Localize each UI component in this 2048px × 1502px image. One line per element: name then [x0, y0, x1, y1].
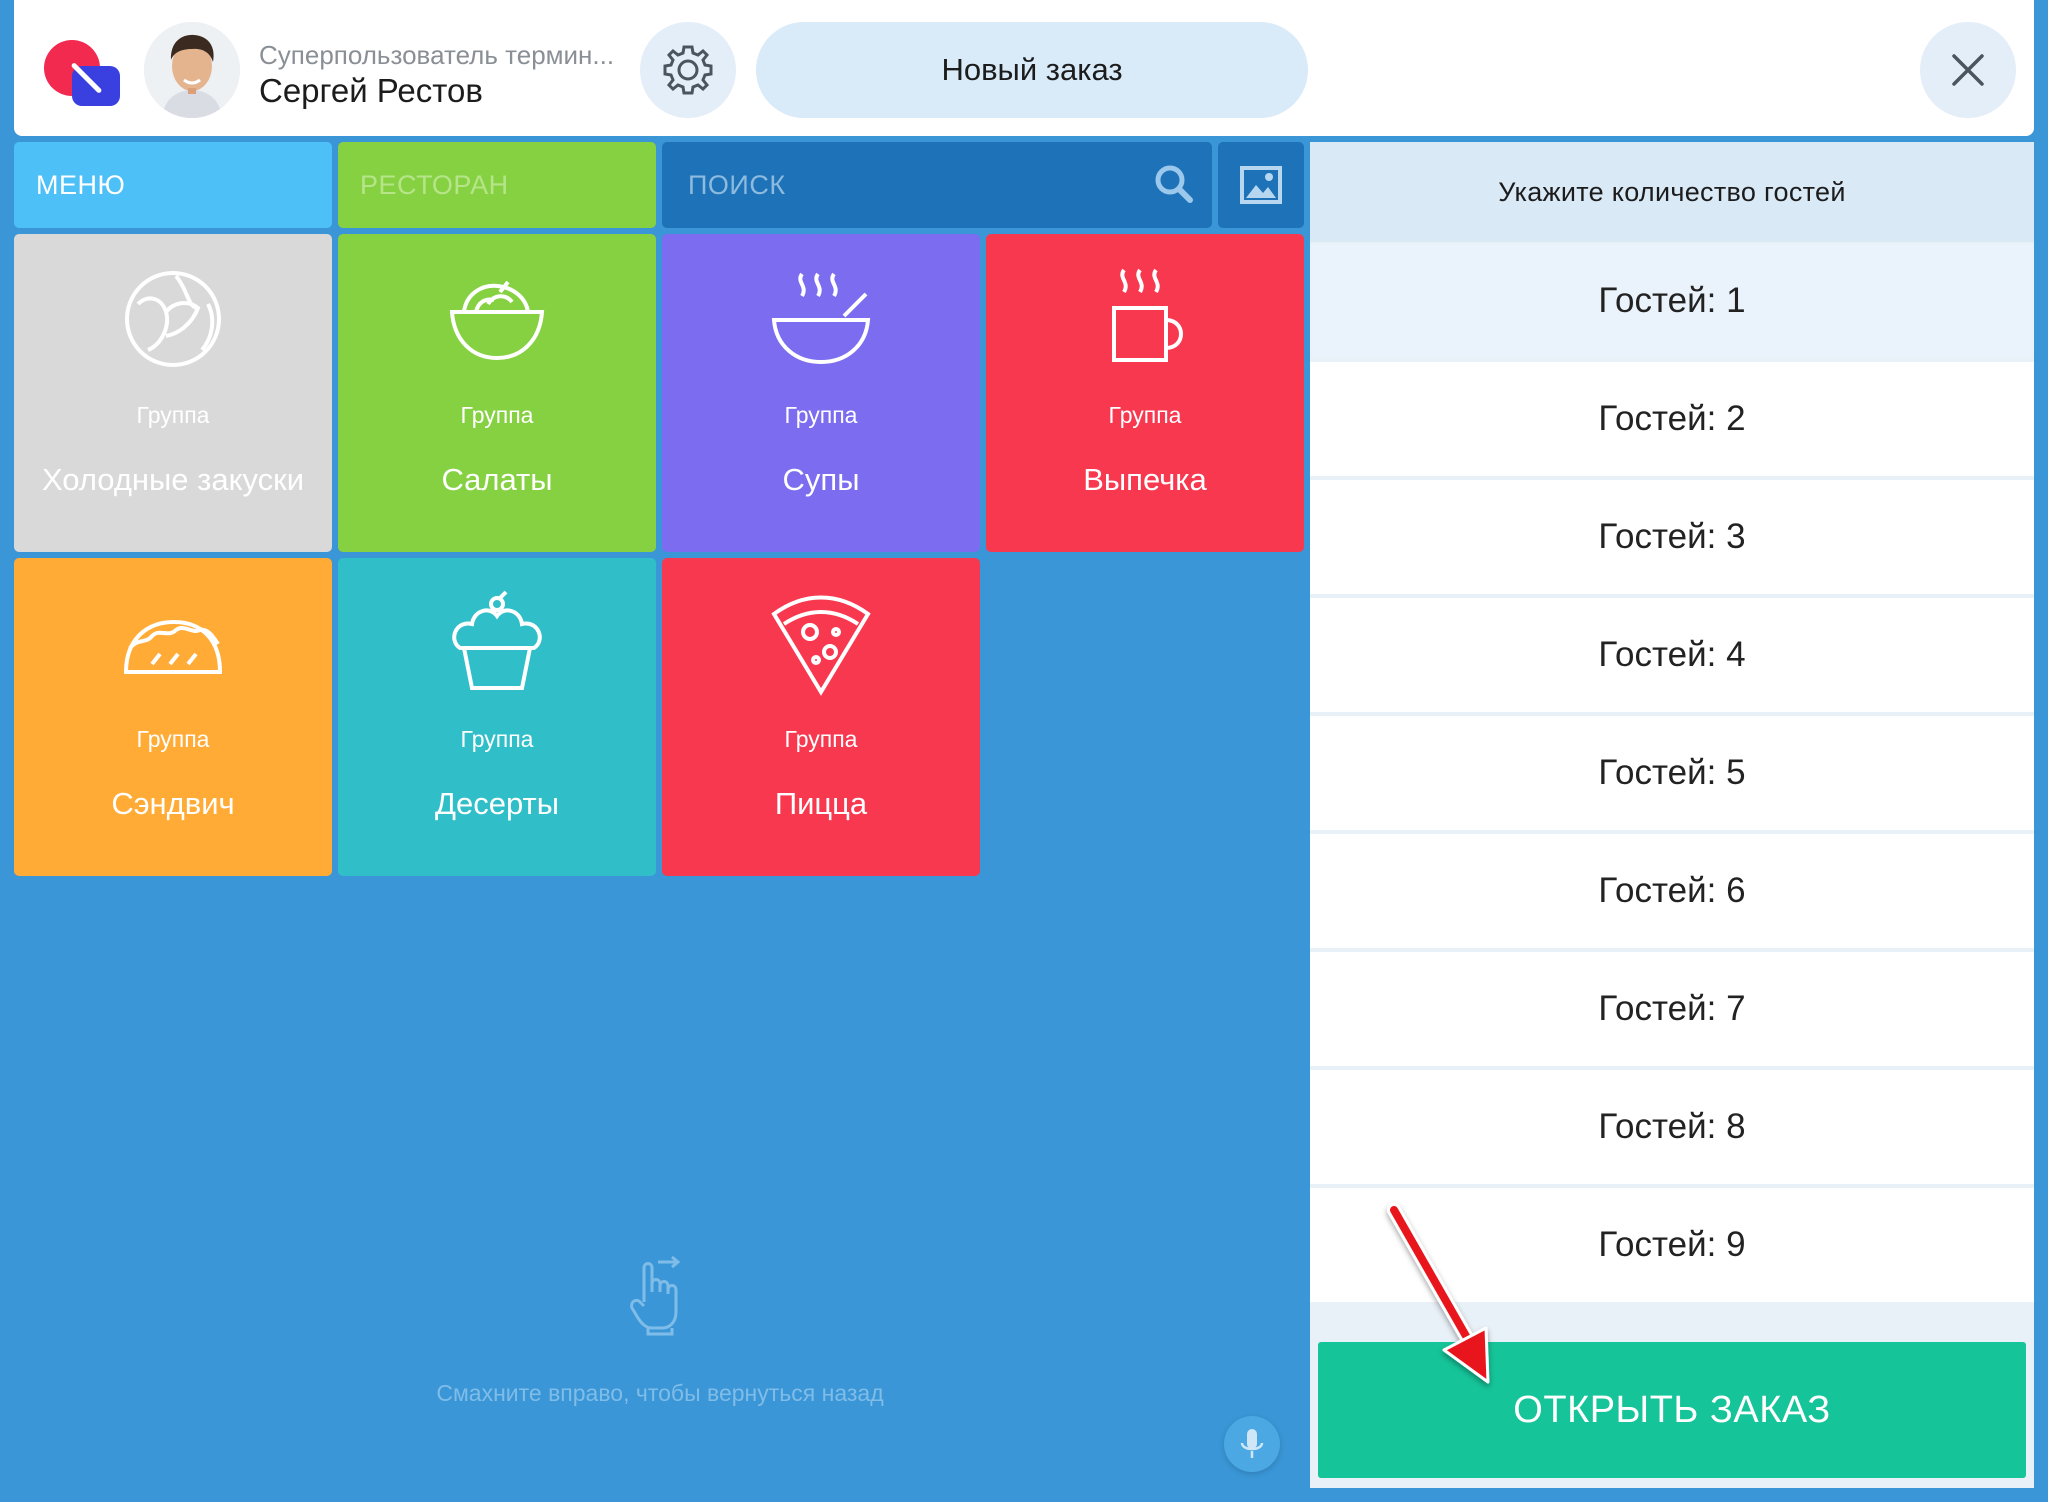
close-icon [1952, 54, 1984, 86]
tab-menu[interactable]: МЕНЮ [14, 142, 332, 228]
search-placeholder: ПОИСК [688, 169, 786, 200]
guest-option-2[interactable]: Гостей: 2 [1310, 362, 2034, 476]
tile-name: Салаты [441, 462, 553, 497]
taco-icon [123, 619, 223, 674]
tile-name: Сэндвич [111, 786, 235, 821]
tile-name: Выпечка [1083, 462, 1207, 497]
image-view-button[interactable] [1218, 142, 1304, 228]
image-icon [1240, 166, 1282, 204]
swipe-hand-icon [630, 1256, 681, 1336]
guest-option-8[interactable]: Гостей: 8 [1310, 1070, 2034, 1184]
swipe-hint: Смахните вправо, чтобы вернуться назад [436, 1380, 884, 1406]
pizza-icon [771, 595, 871, 696]
user-name: Сергей Рестов [259, 72, 483, 109]
tab-restaurant[interactable]: РЕСТОРАН [338, 142, 656, 228]
tile-name: Холодные закуски [41, 462, 305, 497]
group-tile-bakery[interactable]: Группа Выпечка [986, 234, 1304, 552]
tile-group-label: Группа [460, 402, 534, 428]
new-order-pill[interactable]: Новый заказ [756, 22, 1308, 118]
salad-bowl-icon [449, 280, 545, 361]
annotation-arrow [1387, 1203, 1490, 1384]
tile-group-label: Группа [784, 726, 858, 752]
coffee-cup-icon [1112, 268, 1183, 362]
tile-group-label: Группа [136, 726, 210, 752]
microphone-button[interactable] [1224, 1416, 1280, 1472]
guest-option-7[interactable]: Гостей: 7 [1310, 952, 2034, 1066]
guest-option-3[interactable]: Гостей: 3 [1310, 480, 2034, 594]
gear-icon [663, 45, 713, 95]
group-tile-pizza[interactable]: Группа Пицца [662, 558, 980, 876]
guest-option-1[interactable]: Гостей: 1 [1310, 244, 2034, 358]
tile-name: Пицца [774, 786, 868, 821]
guest-option-6[interactable]: Гостей: 6 [1310, 834, 2034, 948]
app-logo [14, 0, 146, 136]
tile-name: Десерты [434, 786, 559, 821]
microphone-icon [1240, 1429, 1264, 1458]
close-button[interactable] [1920, 22, 2016, 118]
group-tile-sandwich[interactable]: Группа Сэндвич [14, 558, 332, 876]
tile-group-label: Группа [1108, 402, 1182, 428]
user-role: Суперпользователь термин... [259, 40, 615, 70]
tile-group-label: Группа [460, 726, 534, 752]
group-tile-soups[interactable]: Группа Супы [662, 234, 980, 552]
header-bar: Суперпользователь термин... Сергей Ресто… [14, 0, 2034, 136]
guest-option-5[interactable]: Гостей: 5 [1310, 716, 2034, 830]
group-tile-salads[interactable]: Группа Салаты [338, 234, 656, 552]
tile-name: Супы [782, 462, 860, 497]
cupcake-icon [452, 590, 542, 690]
tile-group-label: Группа [784, 402, 858, 428]
search-icon[interactable] [1152, 162, 1196, 206]
tile-group-label: Группа [136, 402, 210, 428]
cabbage-icon [125, 271, 221, 367]
avatar[interactable] [144, 22, 240, 118]
group-tile-desserts[interactable]: Группа Десерты [338, 558, 656, 876]
search-input[interactable]: ПОИСК [662, 142, 1212, 228]
settings-button[interactable] [640, 22, 736, 118]
guest-option-4[interactable]: Гостей: 4 [1310, 598, 2034, 712]
soup-bowl-icon [771, 272, 871, 365]
group-tile-cold-snacks[interactable]: Группа Холодные закуски [14, 234, 332, 552]
panel-title: Укажите количество гостей [1310, 142, 2034, 242]
